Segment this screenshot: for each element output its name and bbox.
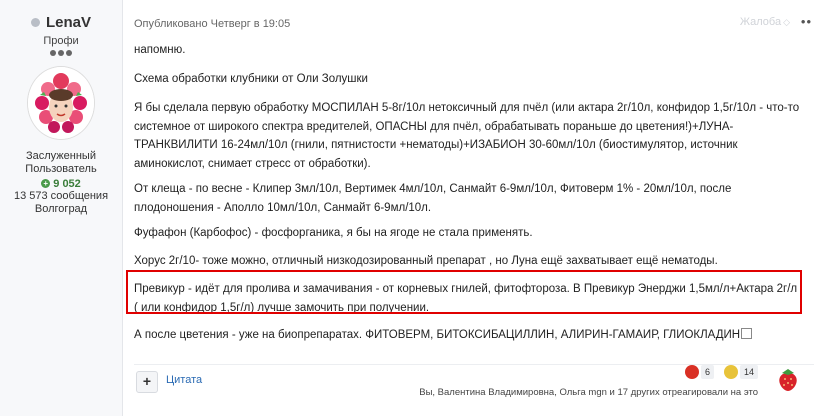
reputation-plus-icon: + — [41, 179, 51, 188]
author-post-count: 13 573 сообщения — [13, 190, 109, 202]
reacted-users-text[interactable]: Вы, Валентина Владимировна, Ольга mgn и … — [419, 387, 758, 398]
offline-status-icon — [30, 18, 40, 27]
post-paragraph-text: А после цветения - уже на биопрепаратах.… — [134, 329, 741, 341]
post-card: LenaV Профи Заслуженный Пользователь + 9… — [0, 0, 820, 416]
reaction-count: 6 — [700, 365, 714, 379]
post-paragraph: напомню. — [134, 44, 186, 56]
report-label: Жалоба — [739, 16, 782, 28]
post-paragraph: От клеща - по весне - Клипер 3мл/10л, Ве… — [134, 183, 732, 214]
reaction-summary[interactable]: 6 14 — [684, 365, 758, 379]
rank-pips — [0, 50, 122, 56]
react-strawberry-icon[interactable] — [774, 365, 802, 393]
post-paragraph: Хорус 2г/10- тоже можно, отличный низкод… — [134, 255, 718, 267]
bulb-icon — [723, 365, 738, 379]
post-paragraph: Схема обработки клубники от Оли Золушки — [134, 73, 368, 85]
avatar[interactable] — [27, 66, 95, 140]
multiquote-button[interactable]: + — [136, 371, 158, 393]
highlight-box — [126, 270, 802, 314]
emoji-placeholder-icon — [741, 328, 753, 339]
post-footer: + Цитата 6 14 Вы, Валентина Владимировна… — [134, 364, 814, 398]
author-title: Заслуженный Пользователь — [25, 150, 97, 175]
tomato-icon — [684, 365, 699, 379]
author-panel: LenaV Профи Заслуженный Пользователь + 9… — [0, 0, 123, 416]
author-name-row[interactable]: LenaV — [0, 14, 122, 31]
author-city: Волгоград — [34, 203, 88, 215]
reputation-badge: + 9 052 — [0, 178, 122, 190]
reaction-bulb[interactable]: 14 — [723, 365, 758, 379]
reputation-value: 9 052 — [53, 178, 81, 190]
report-icon: ◇ — [783, 17, 790, 27]
author-rank: Профи — [43, 35, 79, 47]
post-body: Опубликовано Четверг в 19:05 Жалоба ◇ •• … — [126, 0, 814, 416]
more-options-icon[interactable]: •• — [801, 14, 812, 29]
report-link[interactable]: Жалоба ◇ — [740, 16, 790, 28]
reaction-tomato[interactable]: 6 — [684, 365, 714, 379]
post-paragraph: Я бы сделала первую обработку МОСПИЛАН 5… — [134, 102, 800, 170]
post-paragraph: Фуфафон (Карбофос) - фосфорганика, я бы … — [134, 227, 533, 239]
author-name[interactable]: LenaV — [46, 14, 91, 31]
reaction-count: 14 — [739, 365, 758, 379]
post-paragraph: А после цветения - уже на биопрепаратах.… — [134, 326, 802, 345]
post-published[interactable]: Опубликовано Четверг в 19:05 — [134, 18, 290, 30]
quote-link[interactable]: Цитата — [166, 374, 202, 386]
